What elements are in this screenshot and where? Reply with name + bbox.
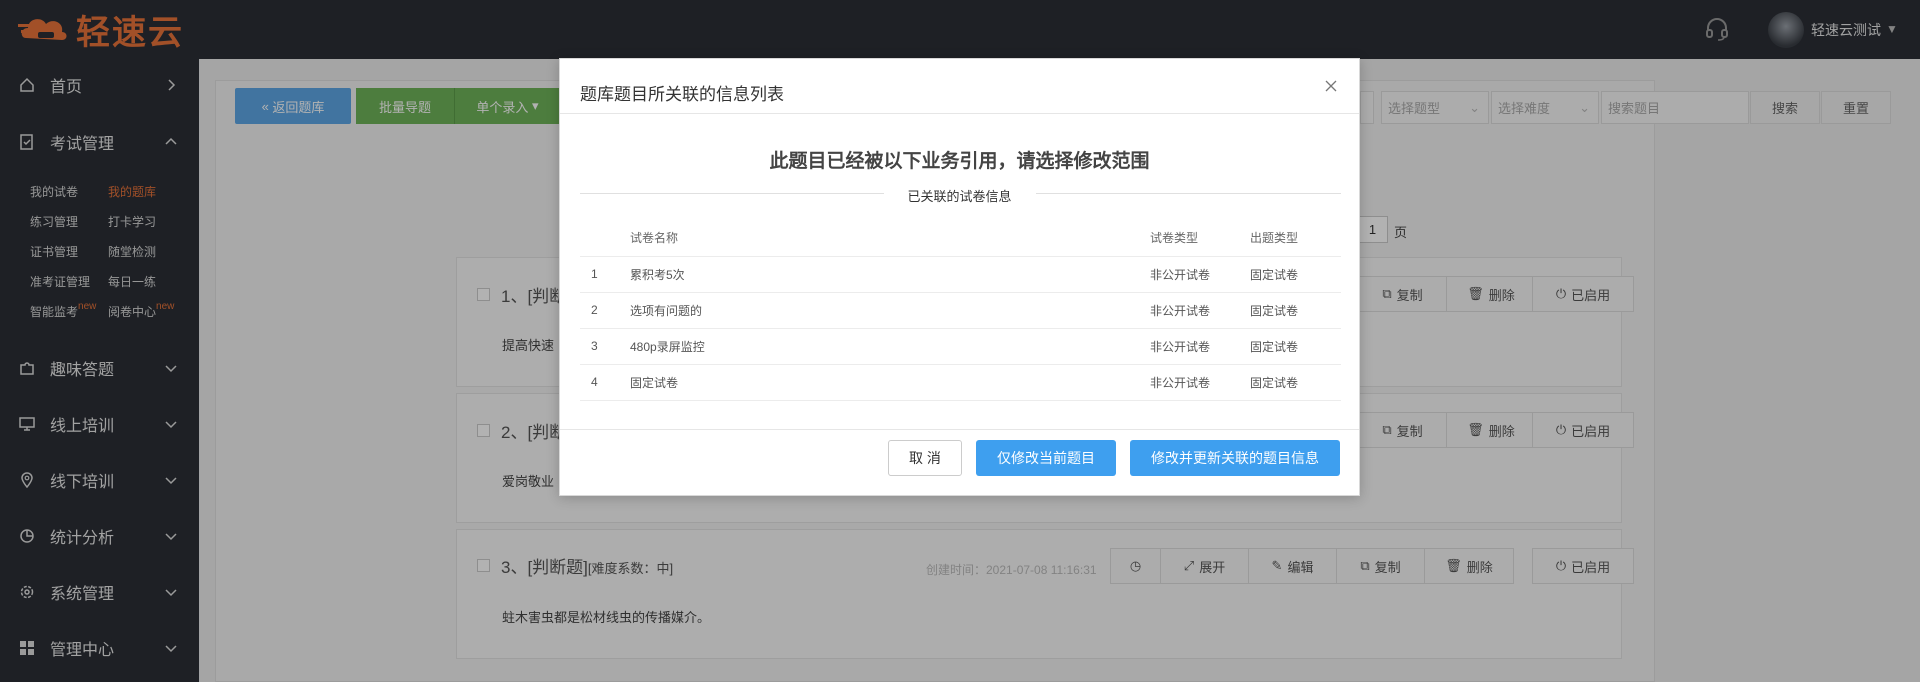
table-header-row: 试卷名称 试卷类型 出题类型: [580, 219, 1341, 257]
paper-type: 非公开试卷: [1150, 256, 1250, 293]
gen-type: 固定试卷: [1250, 364, 1341, 401]
paper-name: 选项有问题的: [630, 292, 1150, 329]
dialog-heading: 此题目已经被以下业务引用，请选择修改范围: [769, 151, 1150, 172]
paper-type: 非公开试卷: [1150, 328, 1250, 365]
col-index: [580, 219, 630, 257]
dialog-title: 题库题目所关联的信息列表: [580, 85, 784, 104]
related-info-dialog: 题库题目所关联的信息列表 此题目已经被以下业务引用，请选择修改范围 已关联的试卷…: [559, 58, 1360, 496]
gen-type: 固定试卷: [1250, 292, 1341, 329]
dialog-header: 题库题目所关联的信息列表: [560, 59, 1359, 114]
row-index: 1: [580, 256, 630, 293]
related-papers-table: 试卷名称 试卷类型 出题类型 1 累积考5次 非公开试卷 固定试卷 2 选项有问…: [580, 219, 1341, 401]
row-index: 3: [580, 328, 630, 365]
section-label: 已关联的试卷信息: [907, 189, 1012, 204]
row-index: 2: [580, 292, 630, 329]
paper-name: 固定试卷: [630, 364, 1150, 401]
col-paper-name: 试卷名称: [630, 219, 1150, 257]
table-row: 3 480p录屏监控 非公开试卷 固定试卷: [580, 328, 1341, 365]
table-row: 2 选项有问题的 非公开试卷 固定试卷: [580, 292, 1341, 329]
row-index: 4: [580, 364, 630, 401]
cancel-button[interactable]: 取 消: [888, 440, 962, 476]
paper-name: 480p录屏监控: [630, 328, 1150, 365]
close-icon[interactable]: [1324, 79, 1338, 93]
gen-type: 固定试卷: [1250, 256, 1341, 293]
col-paper-type: 试卷类型: [1150, 219, 1250, 257]
gen-type: 固定试卷: [1250, 328, 1341, 365]
col-gen-type: 出题类型: [1250, 219, 1341, 257]
table-row: 4 固定试卷 非公开试卷 固定试卷: [580, 364, 1341, 401]
table-row: 1 累积考5次 非公开试卷 固定试卷: [580, 256, 1341, 293]
modify-current-button[interactable]: 仅修改当前题目: [976, 440, 1116, 476]
modify-all-button[interactable]: 修改并更新关联的题目信息: [1130, 440, 1340, 476]
paper-type: 非公开试卷: [1150, 292, 1250, 329]
dialog-footer-divider: [560, 429, 1359, 430]
paper-type: 非公开试卷: [1150, 364, 1250, 401]
paper-name: 累积考5次: [630, 256, 1150, 293]
